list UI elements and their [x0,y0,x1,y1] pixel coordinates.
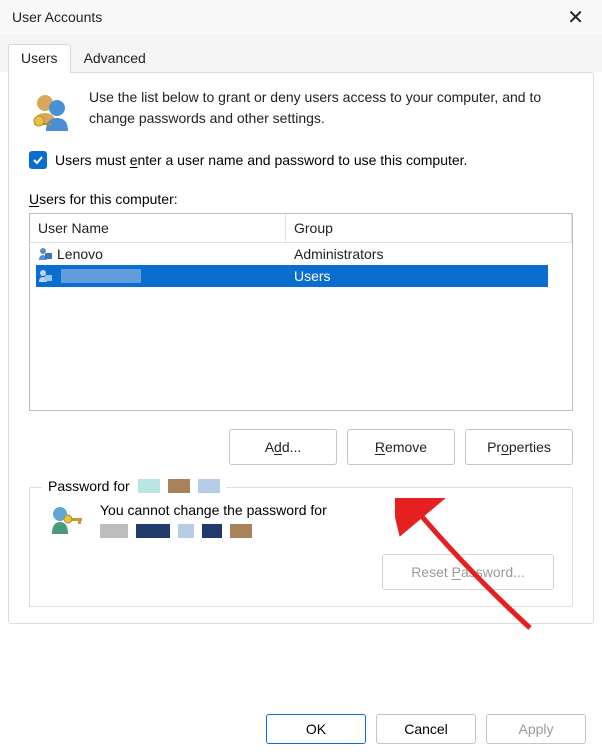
close-icon[interactable]: ✕ [561,5,590,30]
cell-group: Users [292,265,548,287]
redacted-text [178,524,194,538]
intro-row: Use the list below to grant or deny user… [29,87,573,133]
redacted-text [61,269,141,283]
password-text-block: You cannot change the password for [100,502,327,538]
cancel-button[interactable]: Cancel [376,714,476,744]
checkmark-icon [29,151,47,169]
redacted-text [168,479,190,493]
tab-panel-users: Use the list below to grant or deny user… [8,72,594,624]
password-legend: Password for [42,478,226,494]
properties-button[interactable]: Properties [465,429,573,465]
list-item[interactable]: Users [36,265,548,287]
redacted-text [138,479,160,493]
window-title: User Accounts [12,9,102,25]
redacted-text [136,524,170,538]
password-section: Password for You cannot change the [29,487,573,607]
add-button[interactable]: Add... [229,429,337,465]
listview-header: User Name Group [30,214,572,243]
redacted-text [100,524,128,538]
redacted-row [100,524,327,538]
redacted-text [230,524,252,538]
apply-button: Apply [486,714,586,744]
checkbox-label: Users must enter a user name and passwor… [55,152,467,168]
redacted-text [202,524,222,538]
user-buttons-row: Add... Remove Properties [29,429,573,465]
user-accounts-dialog: User Accounts ✕ Users Advanced Use the l… [0,0,602,754]
reset-password-button: Reset Password... [382,554,554,590]
tab-advanced[interactable]: Advanced [71,44,159,72]
require-login-checkbox[interactable]: Users must enter a user name and passwor… [29,151,573,169]
tab-users[interactable]: Users [8,44,71,72]
dialog-footer: OK Cancel Apply [266,714,586,744]
column-group[interactable]: Group [286,214,572,242]
user-icon [38,247,53,261]
remove-button[interactable]: Remove [347,429,455,465]
cell-username: Lenovo [57,246,103,262]
titlebar: User Accounts ✕ [0,0,602,34]
list-item[interactable]: Lenovo Administrators [30,243,572,265]
cell-group: Administrators [286,243,572,265]
ok-button[interactable]: OK [266,714,366,744]
user-icon [38,269,53,283]
intro-text: Use the list below to grant or deny user… [89,87,573,133]
users-icon [29,91,71,133]
reset-row: Reset Password... [48,554,554,590]
users-listview[interactable]: User Name Group Lenovo Administrators [29,213,573,411]
key-icon [48,504,86,538]
redacted-text [198,479,220,493]
column-username[interactable]: User Name [30,214,286,242]
password-row: You cannot change the password for [48,502,554,538]
tab-strip: Users Advanced [0,34,602,72]
users-list-label: Users for this computer: [29,191,573,207]
